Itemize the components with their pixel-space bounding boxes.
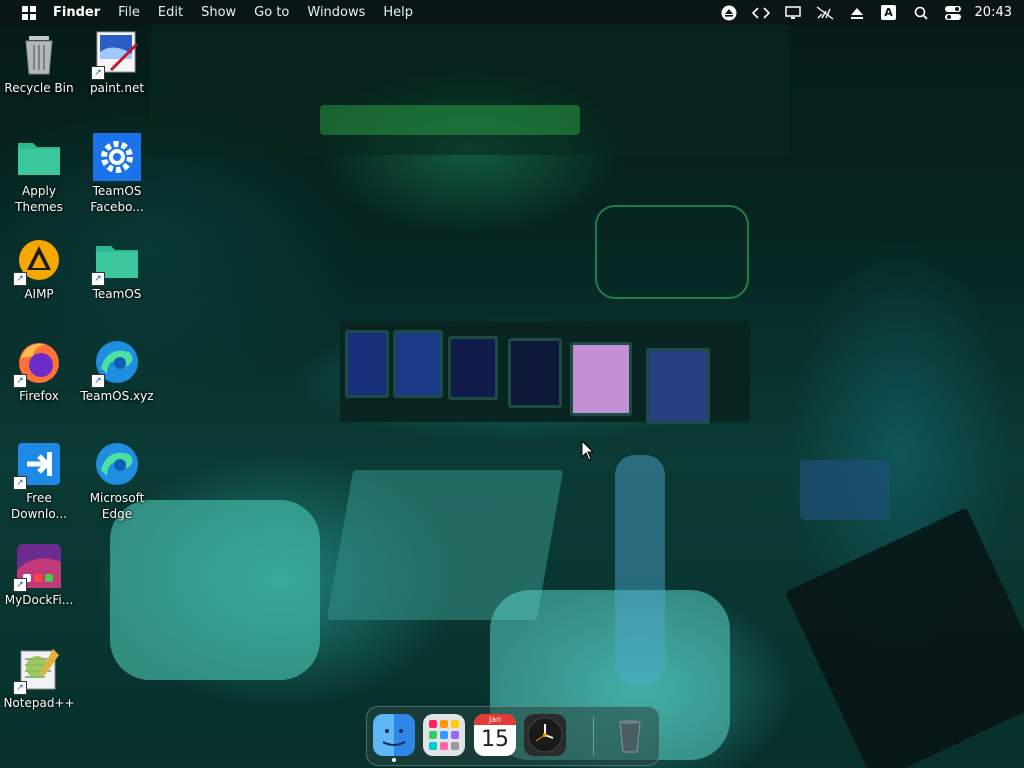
mydock-icon: ↗ — [13, 542, 63, 592]
menu-help[interactable]: Help — [374, 5, 422, 20]
desktop-icon-recycle-bin[interactable]: Recycle Bin — [1, 30, 77, 96]
desktop-icon-teamos-xyz[interactable]: ↗ TeamOS.xyz — [79, 338, 155, 404]
calendar-icon[interactable]: Jan 15 — [474, 714, 516, 756]
shortcut-arrow-icon: ↗ — [13, 374, 27, 388]
monitor-icon[interactable] — [782, 0, 804, 25]
desktop-icon-label: Recycle Bin — [4, 81, 74, 95]
shortcut-arrow-icon: ↗ — [91, 374, 105, 388]
upload-icon[interactable] — [846, 0, 868, 25]
shortcut-arrow-icon: ↗ — [13, 578, 27, 592]
input-method-icon[interactable]: A — [878, 0, 900, 25]
desktop-icon-notepadpp[interactable]: ↗ Notepad++ — [1, 645, 77, 711]
clock-icon[interactable] — [524, 714, 566, 756]
windows-logo-icon[interactable] — [22, 5, 36, 20]
menu-file[interactable]: File — [109, 5, 149, 20]
folder-icon — [15, 133, 63, 181]
shortcut-arrow-icon: ↗ — [13, 272, 27, 286]
mouse-cursor — [581, 439, 595, 465]
aimp-icon: ↗ — [13, 236, 63, 286]
code-icon[interactable] — [750, 0, 772, 25]
desktop-icon-free-download[interactable]: ↗ Free Downlo... — [1, 440, 77, 522]
desktop-icon-label: TeamOS Facebo... — [90, 184, 144, 214]
menu-app-name[interactable]: Finder — [44, 5, 109, 20]
running-indicator — [392, 758, 396, 762]
edge-icon: ↗ — [91, 338, 141, 388]
recycle-bin-icon — [15, 30, 63, 78]
menu-windows[interactable]: Windows — [298, 5, 374, 20]
shortcut-arrow-icon: ↗ — [13, 476, 27, 490]
trash-icon[interactable] — [609, 714, 651, 756]
search-icon[interactable] — [910, 0, 932, 25]
eject-icon[interactable] — [718, 0, 740, 25]
desktop-icon-aimp[interactable]: ↗ AIMP — [1, 236, 77, 302]
dock-separator — [593, 716, 594, 756]
folder-icon: ↗ — [91, 236, 141, 286]
calendar-day: 15 — [481, 727, 509, 752]
desktop-icon-label: MyDockFi... — [4, 593, 74, 607]
gear-icon — [93, 133, 141, 181]
desktop-icon-mydockfinder[interactable]: ↗ MyDockFi... — [1, 542, 77, 608]
desktop-icon-label: TeamOS.xyz — [80, 389, 154, 403]
download-icon: ↗ — [13, 440, 63, 490]
dock: Jan 15 — [366, 706, 660, 766]
desktop-icon-label: paint.net — [89, 81, 145, 95]
mute-icon[interactable] — [814, 0, 836, 25]
menu-go-to[interactable]: Go to — [245, 5, 298, 20]
desktop-icon-label: Notepad++ — [3, 696, 75, 710]
control-center-icon[interactable] — [942, 0, 964, 25]
input-method-label: A — [881, 5, 897, 20]
desktop-icon-firefox[interactable]: ↗ Firefox — [1, 338, 77, 404]
desktop-icon-apply-themes[interactable]: Apply Themes — [1, 133, 77, 215]
desktop-icon-microsoft-edge[interactable]: Microsoft Edge — [79, 440, 155, 522]
desktop-icon-label: Firefox — [19, 389, 59, 403]
status-area: A 20:43 — [713, 0, 1024, 25]
menu-edit[interactable]: Edit — [149, 5, 192, 20]
desktop-icon-label: TeamOS — [92, 287, 142, 301]
menu-clock[interactable]: 20:43 — [975, 5, 1012, 20]
desktop-icon-teamos-facebook[interactable]: TeamOS Facebo... — [79, 133, 155, 215]
desktop-icon-label: Apply Themes — [15, 184, 63, 214]
paintnet-icon: ↗ — [91, 30, 141, 80]
menu-bar: Finder File Edit Show Go to Windows Help… — [0, 0, 1024, 25]
edge-icon — [93, 440, 141, 488]
firefox-icon: ↗ — [13, 338, 63, 388]
desktop-icon-label: Microsoft Edge — [89, 491, 145, 521]
desktop-icon-label: AIMP — [24, 287, 54, 301]
notepadpp-icon: ↗ — [13, 645, 63, 695]
desktop-icon-paintnet[interactable]: ↗ paint.net — [79, 30, 155, 96]
calendar-month: Jan — [474, 714, 516, 725]
menu-show[interactable]: Show — [192, 5, 245, 20]
finder-icon[interactable] — [373, 714, 415, 756]
shortcut-arrow-icon: ↗ — [91, 272, 105, 286]
desktop-icon-teamos[interactable]: ↗ TeamOS — [79, 236, 155, 302]
launchpad-icon[interactable] — [423, 714, 465, 756]
shortcut-arrow-icon: ↗ — [91, 66, 105, 80]
desktop-icon-label: Free Downlo... — [11, 491, 67, 521]
shortcut-arrow-icon: ↗ — [13, 681, 27, 695]
